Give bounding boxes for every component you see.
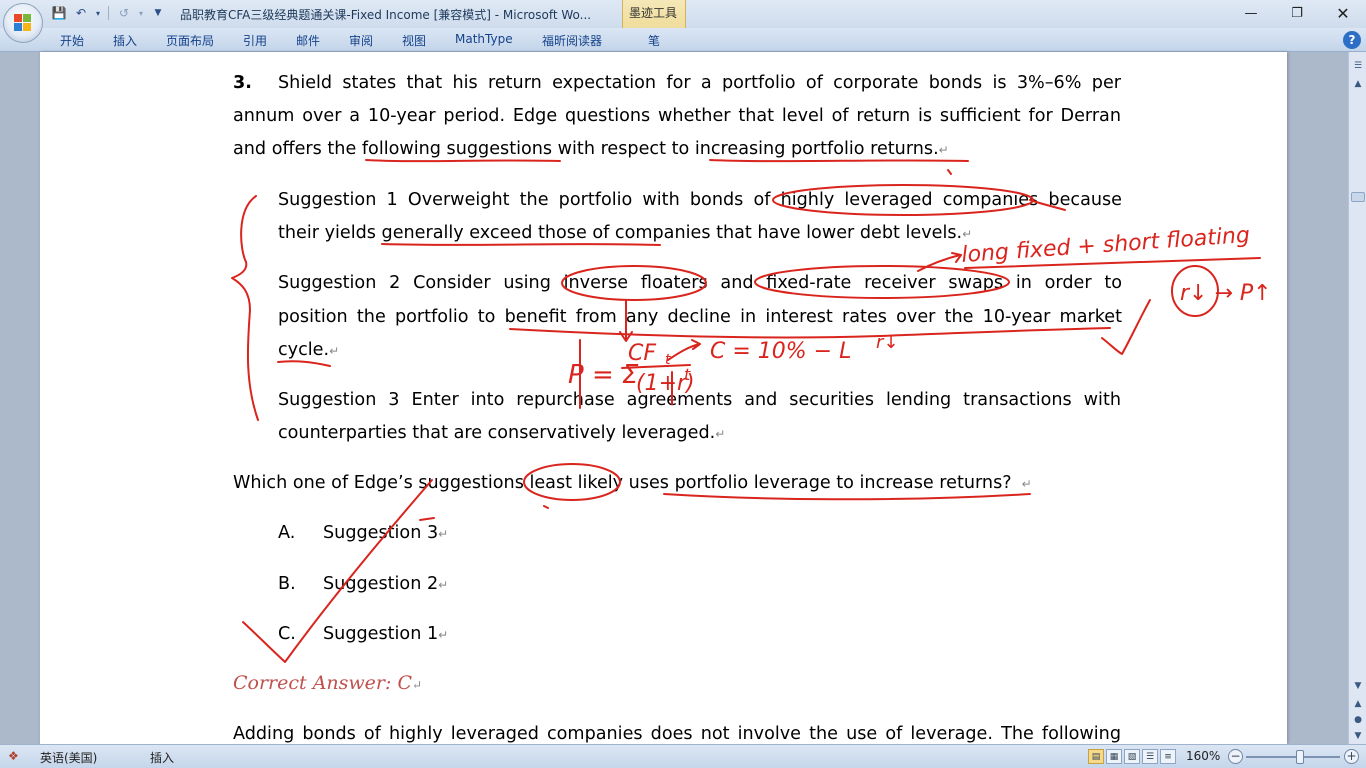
correct-answer-text: Correct Answer: C — [233, 672, 412, 694]
option-a-text: Suggestion 3↵ — [323, 522, 448, 545]
suggestion-3-line-2-text: counterparties that are conservatively l… — [278, 423, 716, 443]
paragraph-mark: ↵ — [938, 143, 949, 157]
tab-home[interactable]: 开始 — [60, 32, 84, 49]
paragraph-mark: ↵ — [438, 578, 449, 592]
undo-icon[interactable]: ↶ — [72, 4, 90, 22]
quick-access-toolbar: 💾 ↶ ▾ ↺ ▾ ▼ — [50, 4, 167, 22]
tab-mathtype[interactable]: MathType — [455, 32, 513, 46]
help-icon[interactable]: ? — [1343, 31, 1361, 49]
view-buttons: ▤ ▦ ▧ ☰ ≡ — [1088, 749, 1176, 764]
restore-button[interactable]: ❐ — [1274, 0, 1320, 26]
contextual-tab-label: 墨迹工具 — [629, 6, 678, 20]
intro-line-3: and offers the following suggestions wit… — [233, 138, 949, 161]
document-page[interactable]: 3. Shield states that his return expecta… — [40, 52, 1287, 744]
next-page-icon[interactable]: ▼ — [1350, 728, 1366, 744]
web-layout-icon[interactable]: ▧ — [1124, 749, 1140, 764]
redo-dropdown-icon[interactable]: ▾ — [137, 4, 145, 22]
scroll-up-icon[interactable]: ▲ — [1350, 76, 1366, 92]
option-b-text: Suggestion 2↵ — [323, 573, 448, 596]
save-icon[interactable]: 💾 — [50, 4, 68, 22]
tab-view[interactable]: 视图 — [402, 32, 426, 49]
outline-view-icon[interactable]: ☰ — [1142, 749, 1158, 764]
intro-line-1: Shield states that his return expectatio… — [278, 73, 1121, 93]
print-layout-view-icon[interactable]: ▤ — [1088, 749, 1104, 764]
vertical-scrollbar[interactable]: ☰ ▲ ▼ ▲ ● ▼ — [1348, 52, 1366, 744]
tab-page-layout[interactable]: 页面布局 — [166, 32, 214, 49]
option-c-text: Suggestion 1↵ — [323, 623, 448, 646]
tab-references[interactable]: 引用 — [243, 32, 267, 49]
window-title: 品职教育CFA三级经典题通关课-Fixed Income [兼容模式] - Mi… — [180, 8, 592, 22]
previous-page-icon[interactable]: ▲ — [1350, 696, 1366, 712]
scroll-down-icon[interactable]: ▼ — [1350, 678, 1366, 694]
ribbon-tab-row: 开始 插入 页面布局 引用 邮件 审阅 视图 MathType 福昕阅读器 笔 — [0, 28, 1366, 52]
full-screen-reading-icon[interactable]: ▦ — [1106, 749, 1122, 764]
paragraph-mark: ↵ — [438, 527, 449, 541]
option-c-letter: C. — [278, 624, 296, 644]
ruler-toggle-icon[interactable]: ☰ — [1350, 58, 1366, 74]
zoom-slider-track[interactable] — [1246, 756, 1340, 758]
suggestion-1-line-2-text: their yields generally exceed those of c… — [278, 223, 963, 243]
question-number: 3. — [233, 73, 252, 93]
question-text: Which one of Edge’s suggestions least li… — [233, 472, 1032, 495]
customize-toolbar-icon[interactable]: ▼ — [149, 4, 167, 22]
suggestion-3-line-1: Suggestion 3 Enter into repurchase agree… — [278, 390, 1121, 410]
minimize-button[interactable]: — — [1228, 0, 1274, 26]
option-c-text-content: Suggestion 1 — [323, 624, 439, 644]
option-b-text-content: Suggestion 2 — [323, 574, 439, 594]
suggestion-2-line-2: position the portfolio to benefit from a… — [278, 307, 1122, 327]
tab-insert[interactable]: 插入 — [113, 32, 137, 49]
intro-line-3-text: and offers the following suggestions wit… — [233, 139, 939, 159]
office-logo-icon — [14, 14, 32, 32]
suggestion-2-line-1: Suggestion 2 Consider using inverse floa… — [278, 273, 1122, 293]
tab-pen[interactable]: 笔 — [648, 32, 660, 49]
tab-review[interactable]: 审阅 — [349, 32, 373, 49]
zoom-out-icon[interactable]: − — [1228, 749, 1243, 764]
language-status[interactable]: 英语(美国) — [40, 749, 97, 766]
paragraph-mark: ↵ — [411, 678, 423, 692]
paragraph-mark: ↵ — [1021, 477, 1032, 491]
tab-foxit-reader[interactable]: 福昕阅读器 — [542, 32, 602, 49]
suggestion-1-line-2: their yields generally exceed those of c… — [278, 222, 972, 245]
undo-dropdown-icon[interactable]: ▾ — [94, 4, 102, 22]
tab-mailings[interactable]: 邮件 — [296, 32, 320, 49]
option-a-letter: A. — [278, 523, 296, 543]
select-browse-object-icon[interactable]: ● — [1350, 712, 1366, 728]
explanation-line: Adding bonds of highly leveraged compani… — [233, 724, 1121, 744]
option-a-text-content: Suggestion 3 — [323, 523, 439, 543]
paragraph-mark: ↵ — [715, 427, 726, 441]
intro-line-2: annum over a 10-year period. Edge questi… — [233, 106, 1121, 126]
zoom-slider-thumb[interactable] — [1296, 750, 1304, 764]
zoom-level[interactable]: 160% — [1186, 749, 1220, 763]
scrollbar-thumb[interactable] — [1351, 192, 1365, 202]
suggestion-1-line-1: Suggestion 1 Overweight the portfolio wi… — [278, 190, 1122, 210]
zoom-in-icon[interactable]: + — [1344, 749, 1359, 764]
redo-icon[interactable]: ↺ — [115, 4, 133, 22]
paragraph-mark: ↵ — [329, 344, 340, 358]
paragraph-mark: ↵ — [962, 227, 973, 241]
toolbar-separator — [108, 6, 109, 20]
suggestion-2-line-3-text: cycle. — [278, 340, 330, 360]
macro-icon[interactable]: ❖ — [8, 749, 19, 763]
suggestion-2-line-3: cycle.↵ — [278, 339, 339, 362]
option-b-letter: B. — [278, 574, 296, 594]
close-button[interactable]: ✕ — [1320, 0, 1366, 26]
draft-view-icon[interactable]: ≡ — [1160, 749, 1176, 764]
question-text-content: Which one of Edge’s suggestions least li… — [233, 473, 1012, 493]
insert-mode-status[interactable]: 插入 — [150, 749, 174, 766]
correct-answer: Correct Answer: C↵ — [233, 672, 422, 694]
office-button[interactable] — [3, 3, 43, 43]
paragraph-mark: ↵ — [438, 628, 449, 642]
status-bar: ❖ 英语(美国) 插入 ▤ ▦ ▧ ☰ ≡ 160% − + — [0, 744, 1366, 768]
suggestion-3-line-2: counterparties that are conservatively l… — [278, 422, 725, 445]
